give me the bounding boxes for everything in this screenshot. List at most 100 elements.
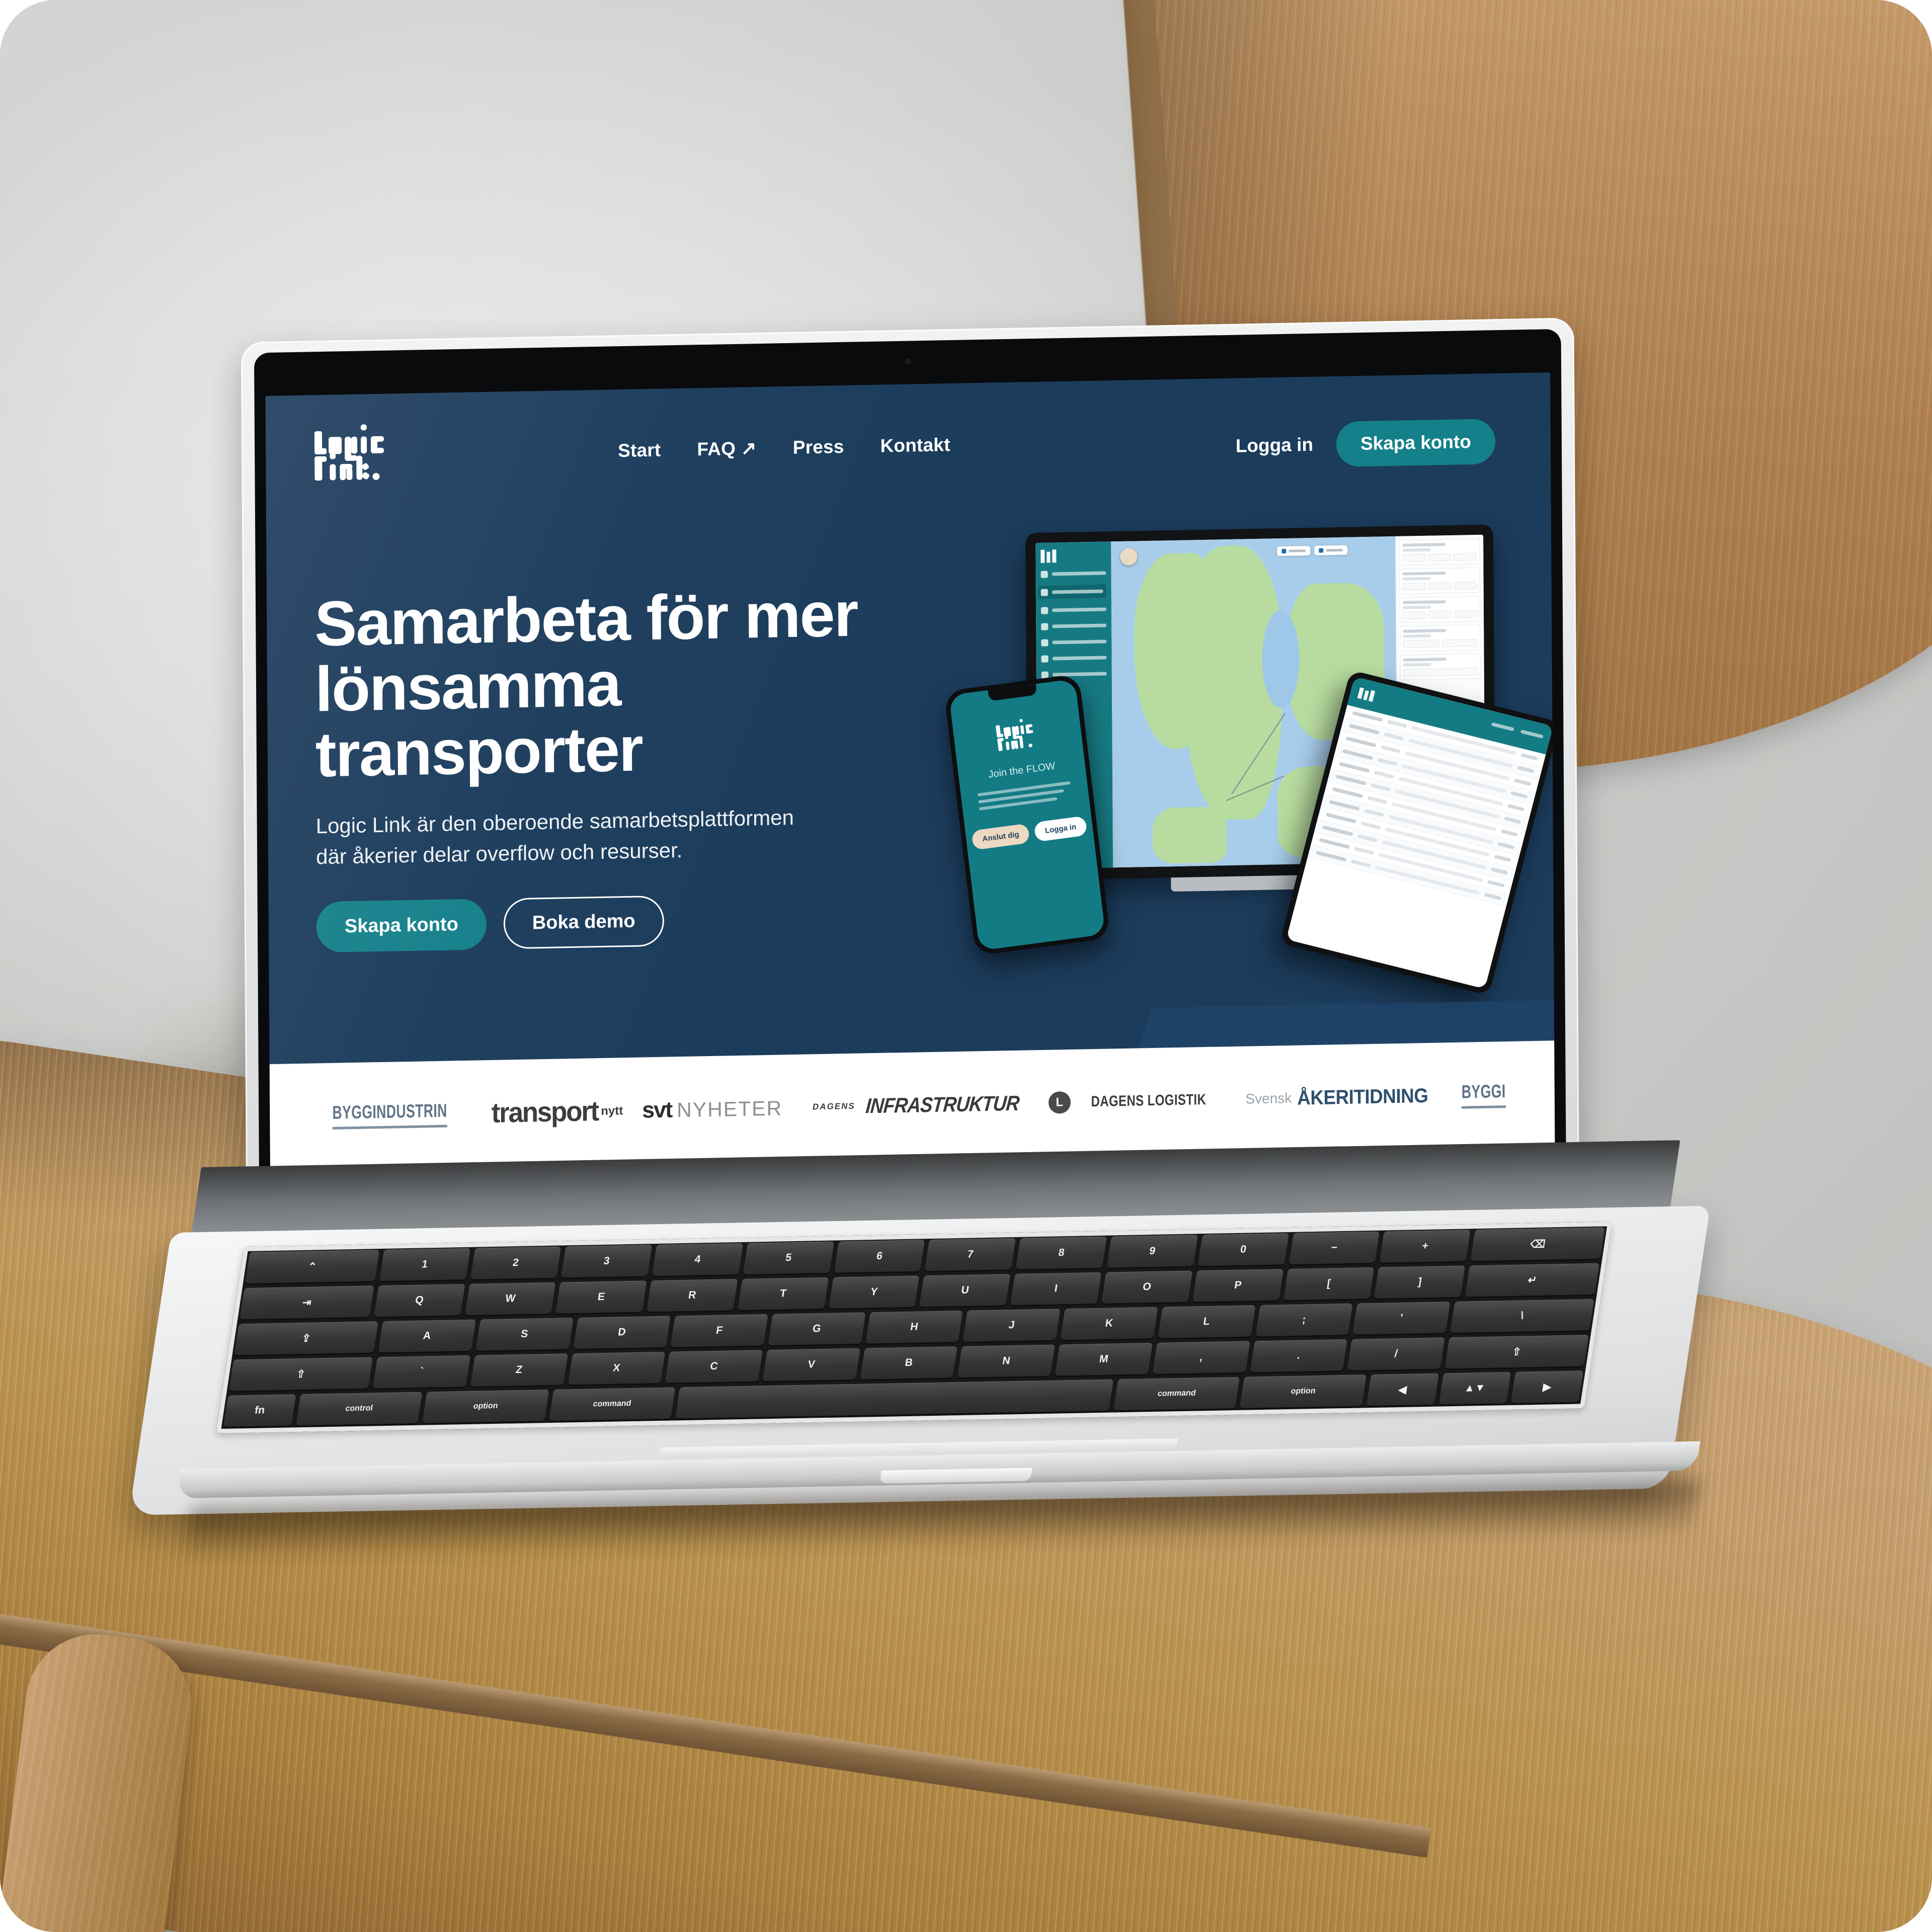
key-`[interactable]: ` [372,1355,470,1389]
sidebar-item [1040,568,1106,579]
nav-item-faq[interactable]: FAQ ↗ [697,437,757,460]
map-chip[interactable] [1277,546,1311,556]
key-⌃[interactable]: ⌃ [245,1250,379,1283]
key-][interactable]: ] [1374,1265,1466,1299]
key-S[interactable]: S [475,1318,574,1351]
key-Z[interactable]: Z [470,1353,568,1387]
phone-secondary-button[interactable]: Logga in [1033,816,1088,842]
map-avatar-pin[interactable] [1120,548,1138,566]
key-M[interactable]: M [1055,1342,1153,1376]
key-A[interactable]: A [378,1319,476,1353]
signup-button[interactable]: Skapa konto [1336,419,1496,467]
key-R[interactable]: R [647,1279,738,1312]
person-icon [1041,655,1049,663]
key-P[interactable]: P [1192,1269,1283,1302]
key-control[interactable]: control [295,1392,423,1426]
key-C[interactable]: C [665,1350,763,1383]
key-4[interactable]: 4 [652,1243,744,1276]
laptop-screen: Start FAQ ↗ Press Kontakt Logga in Skapa… [265,372,1556,1236]
key-⇧[interactable]: ⇧ [228,1357,373,1391]
key-7[interactable]: 7 [925,1238,1016,1271]
key-O[interactable]: O [1101,1270,1193,1304]
key-/[interactable]: / [1347,1337,1445,1371]
key-option[interactable]: option [1240,1375,1367,1408]
shipment-card[interactable] [1399,538,1480,566]
hero-primary-cta[interactable]: Skapa konto [316,899,487,953]
map-filter-chips [1277,545,1348,556]
key-⇪[interactable]: ⇪ [234,1321,378,1355]
shipment-card[interactable] [1399,596,1481,623]
key-↵[interactable]: ↵ [1465,1263,1600,1297]
key-space[interactable] [675,1379,1114,1419]
phone-body-text [977,781,1073,815]
key-W[interactable]: W [464,1282,556,1315]
key-5[interactable]: 5 [743,1241,834,1274]
key-[[interactable]: [ [1283,1267,1375,1301]
key-,[interactable]: , [1152,1341,1250,1374]
key-N[interactable]: N [957,1344,1056,1378]
key-K[interactable]: K [1060,1307,1158,1340]
key-−[interactable]: − [1289,1231,1380,1264]
key-E[interactable]: E [555,1280,647,1314]
key-.[interactable]: . [1250,1339,1348,1373]
key-command[interactable]: command [548,1387,676,1421]
nav-item-start[interactable]: Start [618,439,661,461]
key-⌫[interactable]: ⌫ [1470,1227,1605,1261]
nav-item-kontakt[interactable]: Kontakt [880,434,950,457]
shipment-card[interactable] [1400,624,1481,652]
truck-icon [1040,589,1048,596]
key-◀[interactable]: ◀ [1366,1373,1439,1406]
key-J[interactable]: J [962,1309,1061,1342]
key-U[interactable]: U [919,1274,1011,1307]
logic-link-logo[interactable] [313,421,394,489]
key-▶[interactable]: ▶ [1511,1371,1584,1403]
key-Q[interactable]: Q [373,1283,465,1317]
key-8[interactable]: 8 [1016,1236,1107,1269]
key-F[interactable]: F [670,1314,768,1347]
laptop-lid: Start FAQ ↗ Press Kontakt Logga in Skapa… [240,317,1580,1258]
hero-secondary-cta[interactable]: Boka demo [503,895,664,949]
key-Y[interactable]: Y [828,1275,920,1309]
shipment-card[interactable] [1399,567,1480,594]
press-logo-byggindustrin: BYGGINDUSTRIN [310,1100,469,1130]
key-V[interactable]: V [762,1348,860,1382]
nav-item-press[interactable]: Press [793,436,844,458]
keyboard[interactable]: ⌃ 1 2 3 4 5 6 7 8 9 0− + ⌫ ⇥ Q W E R T Y U I O P[] ↵ ⇪ A S D F G H J K L… [216,1222,1613,1434]
key-1[interactable]: 1 [379,1248,470,1281]
key-I[interactable]: I [1010,1272,1102,1306]
tab-item[interactable] [1520,730,1544,739]
key-T[interactable]: T [738,1277,829,1311]
key-D[interactable]: D [573,1316,671,1349]
key-fn[interactable]: fn [223,1394,296,1427]
key-G[interactable]: G [768,1312,866,1345]
sidebar-item [1041,620,1107,631]
screen-bezel: Start FAQ ↗ Press Kontakt Logga in Skapa… [254,329,1567,1249]
press-logo-svt-nyheter: svt NYHETER [642,1096,783,1123]
login-link[interactable]: Logga in [1236,434,1313,457]
key-'[interactable]: ' [1352,1302,1451,1335]
key-H[interactable]: H [865,1310,963,1344]
key-⇥[interactable]: ⇥ [239,1285,374,1320]
key-3[interactable]: 3 [561,1245,653,1278]
key-2[interactable]: 2 [470,1246,561,1279]
shipment-card[interactable] [1400,653,1481,680]
key-option[interactable]: option [422,1389,549,1423]
phone-buttons: Anslut dig Logga in [971,816,1088,850]
key-6[interactable]: 6 [834,1240,925,1273]
key-L[interactable]: L [1158,1305,1256,1338]
key-X[interactable]: X [568,1351,666,1385]
key-⇧[interactable]: ⇧ [1444,1335,1589,1369]
map-chip[interactable] [1314,545,1348,555]
key-9[interactable]: 9 [1106,1235,1198,1268]
key-\[interactable]: \ [1450,1299,1594,1333]
phone-primary-button[interactable]: Anslut dig [971,823,1030,850]
website-viewport: Start FAQ ↗ Press Kontakt Logga in Skapa… [265,372,1556,1236]
key-B[interactable]: B [860,1346,958,1380]
key-▲▼[interactable]: ▲▼ [1438,1372,1511,1405]
tab-item[interactable] [1491,722,1514,732]
key-;[interactable]: ; [1255,1303,1353,1337]
key-+[interactable]: + [1380,1230,1471,1263]
key-command[interactable]: command [1113,1377,1240,1411]
key-0[interactable]: 0 [1197,1233,1289,1266]
hero-cta-group: Skapa konto Boka demo [316,892,870,953]
